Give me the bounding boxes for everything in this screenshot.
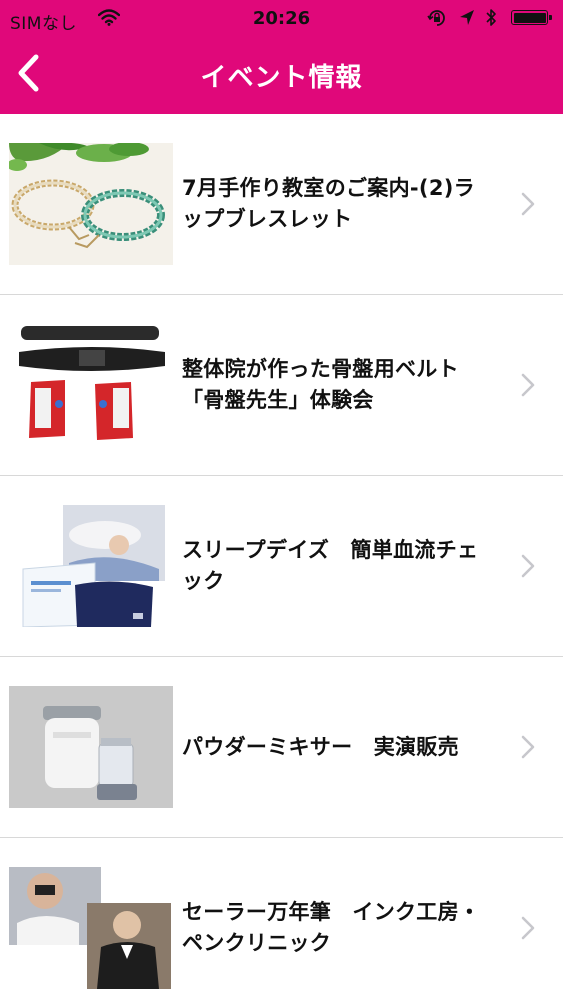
wrap-bracelet-photo: [9, 143, 173, 265]
pen-clinic-photo: [9, 867, 173, 989]
event-list: 7月手作り教室のご案内-(2)ラップブレスレット 整体院が作った骨盤用ベルト「骨…: [0, 114, 563, 1000]
navigation-bar: イベント情報: [0, 36, 563, 114]
event-row[interactable]: 整体院が作った骨盤用ベルト「骨盤先生」体験会: [0, 295, 563, 476]
app-screen: SIMなし 20:26 イベント情報 7月手作り教室のご案内-(2)ラップブレス…: [0, 0, 563, 1000]
event-title: 整体院が作った骨盤用ベルト「骨盤先生」体験会: [182, 357, 459, 412]
event-row[interactable]: 7月手作り教室のご案内-(2)ラップブレスレット: [0, 114, 563, 295]
event-title: セーラー万年筆 インク工房・ペンクリニック: [182, 900, 481, 955]
status-time: 20:26: [252, 8, 311, 29]
page-title: イベント情報: [200, 63, 363, 93]
chevron-right-icon: [521, 373, 535, 401]
orientation-lock-icon: [427, 9, 447, 31]
bluetooth-icon: [485, 8, 497, 32]
location-arrow-icon: [459, 9, 475, 30]
sleep-days-product-photo: [9, 505, 173, 627]
powder-mixer-photo: [9, 686, 173, 808]
event-row[interactable]: スリープデイズ 簡単血流チェック: [0, 476, 563, 657]
event-row[interactable]: パウダーミキサー 実演販売: [0, 657, 563, 838]
event-title: スリープデイズ 簡単血流チェック: [182, 538, 479, 593]
pelvic-belt-photo: [9, 324, 173, 446]
chevron-right-icon: [521, 916, 535, 944]
chevron-right-icon: [521, 735, 535, 763]
battery-icon: [511, 10, 552, 25]
status-bar: SIMなし 20:26: [0, 0, 563, 36]
chevron-right-icon: [521, 192, 535, 220]
event-title: 7月手作り教室のご案内-(2)ラップブレスレット: [182, 176, 475, 231]
chevron-right-icon: [521, 554, 535, 582]
event-row[interactable]: セーラー万年筆 インク工房・ペンクリニック: [0, 838, 563, 1000]
event-title: パウダーミキサー 実演販売: [182, 734, 459, 759]
